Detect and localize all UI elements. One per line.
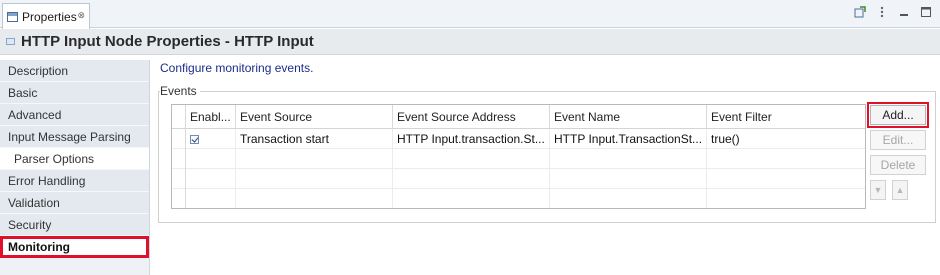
table-header: Enabl... Event Source Event Source Addre… — [172, 105, 865, 129]
delete-button[interactable]: Delete — [870, 155, 926, 175]
events-table[interactable]: Enabl... Event Source Event Source Addre… — [171, 104, 866, 209]
column-header-event-source[interactable]: Event Source — [236, 105, 393, 129]
enabled-checkbox[interactable] — [190, 135, 199, 144]
nav-item-monitoring[interactable]: Monitoring — [0, 236, 149, 258]
nav-item-description[interactable]: Description — [0, 60, 149, 82]
column-header-event-source-address[interactable]: Event Source Address — [393, 105, 550, 129]
nav-item-validation[interactable]: Validation — [0, 192, 149, 214]
view-menu-icon[interactable] — [876, 6, 888, 18]
nav-item-basic[interactable]: Basic — [0, 82, 149, 104]
pin-view-icon[interactable] — [854, 6, 866, 18]
event-source-cell: Transaction start — [236, 129, 393, 149]
event-filter-cell: true() — [711, 132, 740, 146]
move-down-icon[interactable]: ▼ — [870, 180, 886, 200]
monitoring-page: Configure monitoring events. Events Enab… — [158, 60, 940, 275]
view-toolbar — [854, 6, 932, 18]
table-row-empty — [172, 189, 865, 208]
node-icon — [6, 38, 15, 45]
enabled-cell — [186, 129, 236, 149]
reorder-buttons: ▼ ▲ — [870, 180, 930, 200]
edit-button[interactable]: Edit... — [870, 130, 926, 150]
properties-header: HTTP Input Node Properties - HTTP Input — [0, 29, 940, 55]
row-marker — [172, 129, 186, 149]
column-header-enabled[interactable]: Enabl... — [186, 105, 236, 129]
table-row-empty — [172, 169, 865, 189]
close-tab-icon[interactable]: ⊗ — [77, 10, 85, 21]
event-name-cell: HTTP Input.TransactionSt... — [550, 129, 707, 149]
nav-item-input-message-parsing[interactable]: Input Message Parsing — [0, 126, 149, 148]
table-row-empty — [172, 149, 865, 169]
tab-label: Properties — [22, 9, 77, 24]
nav-item-advanced[interactable]: Advanced — [0, 104, 149, 126]
column-header-event-name[interactable]: Event Name — [550, 105, 707, 129]
page-title: HTTP Input Node Properties - HTTP Input — [21, 33, 314, 50]
add-button[interactable]: Add... — [867, 102, 929, 128]
table-row[interactable]: Transaction start HTTP Input.transaction… — [172, 129, 865, 149]
tab-properties[interactable]: Properties ⊗ — [2, 3, 90, 29]
page-description: Configure monitoring events. — [160, 61, 314, 75]
event-source-address-cell: HTTP Input.transaction.St... — [393, 129, 550, 149]
nav-item-parser-options[interactable]: Parser Options — [0, 148, 149, 170]
column-header-event-filter[interactable]: Event Filter — [707, 105, 865, 129]
view-tab-strip: Properties ⊗ — [0, 0, 940, 29]
row-marker-header — [172, 105, 186, 129]
minimize-icon[interactable] — [898, 6, 910, 18]
properties-view-icon — [7, 11, 18, 22]
maximize-icon[interactable] — [920, 6, 932, 18]
events-group-label: Events — [160, 84, 200, 98]
properties-nav: Description Basic Advanced Input Message… — [0, 60, 150, 275]
nav-item-security[interactable]: Security — [0, 214, 149, 236]
table-actions: Add... Edit... Delete ▼ ▲ — [867, 102, 930, 200]
nav-item-error-handling[interactable]: Error Handling — [0, 170, 149, 192]
move-up-icon[interactable]: ▲ — [892, 180, 908, 200]
